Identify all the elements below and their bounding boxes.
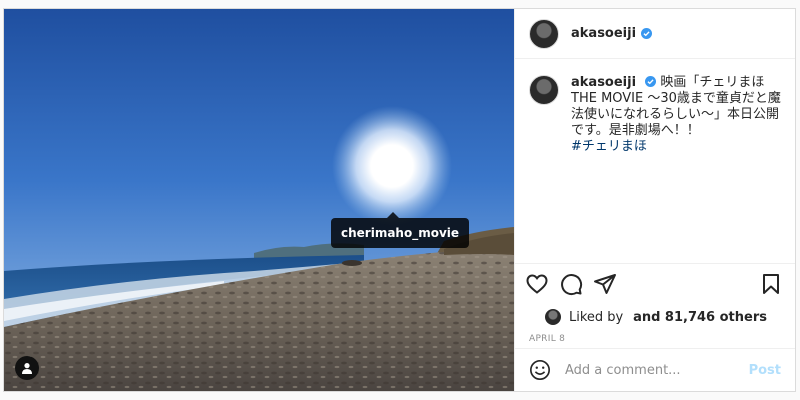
avatar[interactable] xyxy=(529,18,559,49)
like-button[interactable] xyxy=(525,272,549,296)
post-date[interactable]: APRIL 8 xyxy=(515,330,795,349)
emoji-button[interactable] xyxy=(529,359,551,381)
post-header: akasoeiji xyxy=(515,9,795,59)
verified-badge-icon xyxy=(641,28,653,39)
save-button[interactable] xyxy=(759,272,783,296)
likes-row: Liked by and 81,746 others xyxy=(515,304,795,330)
caption-username[interactable]: akasoeiji xyxy=(571,75,636,90)
likes-count[interactable]: and 81,746 others xyxy=(633,310,767,325)
comment-icon xyxy=(561,274,583,296)
header-username[interactable]: akasoeiji xyxy=(571,26,636,41)
tagged-username: cherimaho_movie xyxy=(341,226,460,240)
comment-input[interactable] xyxy=(563,361,749,379)
post-photo[interactable]: cherimaho_movie xyxy=(4,9,514,391)
comment-bar: Post xyxy=(515,349,795,391)
comment-button[interactable] xyxy=(559,272,583,296)
beach-photo xyxy=(4,9,514,391)
caption-hashtag[interactable]: #チェリまほ xyxy=(571,139,781,155)
bookmark-icon xyxy=(763,274,779,294)
tagged-user-bubble[interactable]: cherimaho_movie xyxy=(331,212,470,248)
liker-avatar[interactable] xyxy=(545,309,561,325)
heart-icon xyxy=(526,274,548,294)
caption: akasoeiji 映画「チェリまほ THE MOVIE ～30歳まで童貞だと魔… xyxy=(571,75,781,155)
user-icon xyxy=(22,363,32,374)
caption-avatar[interactable] xyxy=(529,75,559,105)
user-tag-button[interactable] xyxy=(15,356,39,380)
action-bar xyxy=(515,264,795,304)
share-button[interactable] xyxy=(593,272,617,296)
paper-plane-icon xyxy=(594,274,616,294)
emoji-icon xyxy=(530,360,550,380)
verified-badge-icon xyxy=(645,76,657,87)
post-comment-button[interactable]: Post xyxy=(749,363,781,378)
caption-section: akasoeiji 映画「チェリまほ THE MOVIE ～30歳まで童貞だと魔… xyxy=(515,59,795,264)
likes-prefix: Liked by xyxy=(569,309,624,325)
post-sidebar: akasoeiji akasoeiji 映画「チェリまほ THE MOVIE ～… xyxy=(514,9,795,391)
instagram-post: cherimaho_movie akasoeiji akasoeiji 映画「チ… xyxy=(3,8,796,392)
